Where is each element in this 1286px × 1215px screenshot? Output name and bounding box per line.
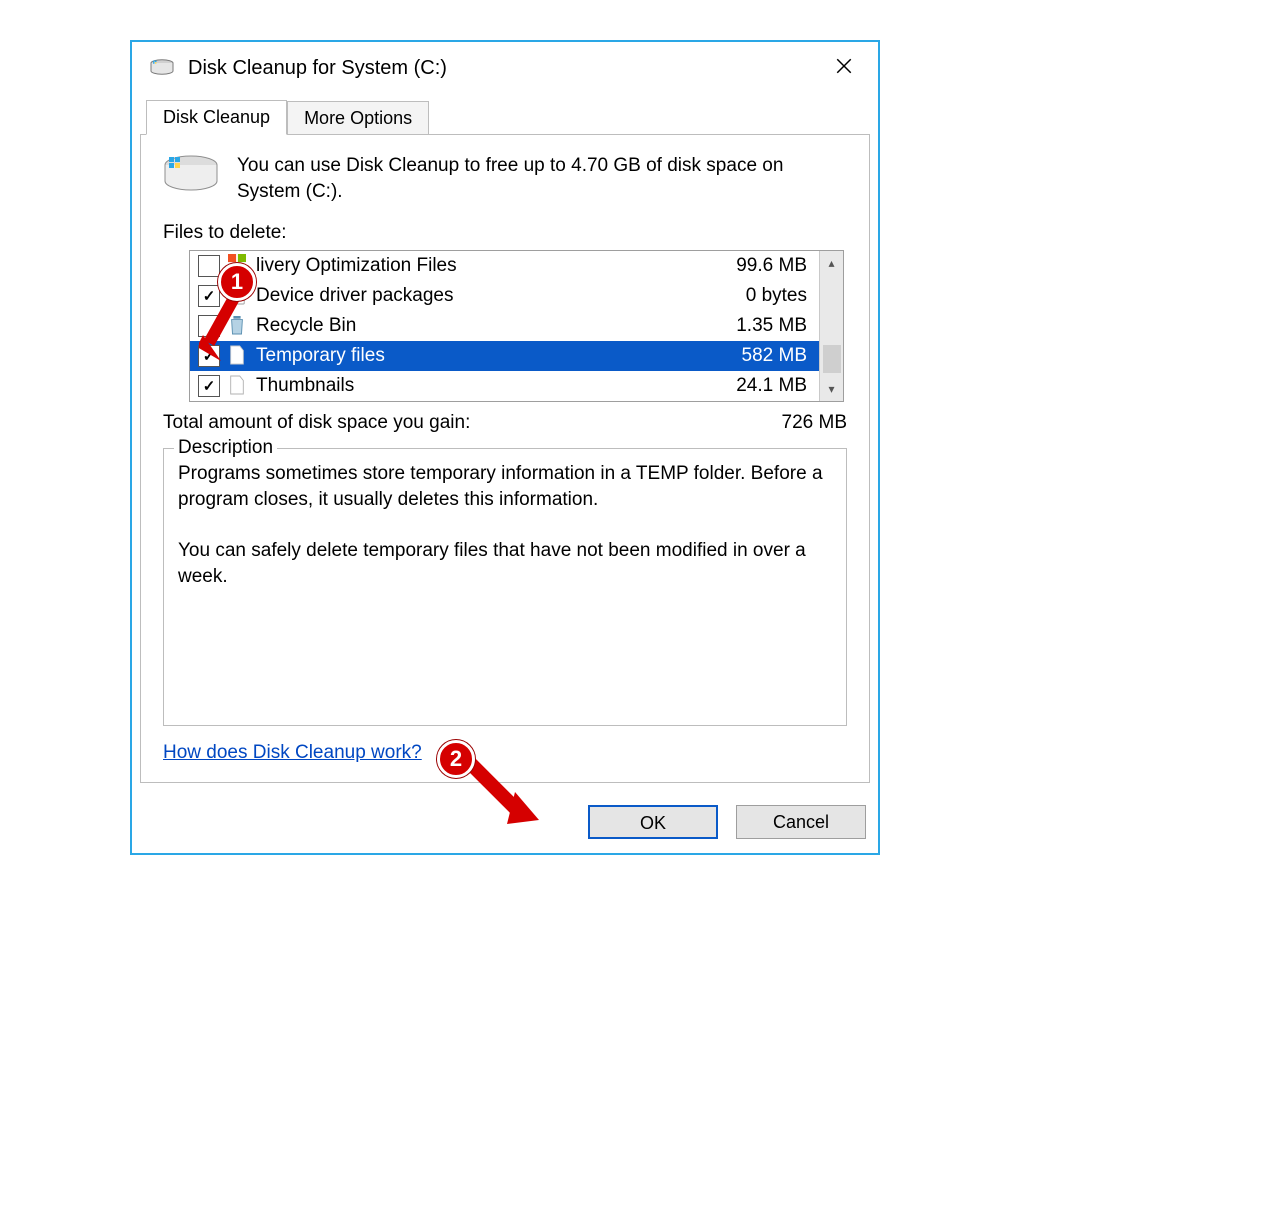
- description-legend: Description: [174, 437, 277, 459]
- files-to-delete-label: Files to delete:: [163, 222, 847, 244]
- file-size: 1.35 MB: [723, 315, 813, 337]
- ok-button[interactable]: OK: [588, 805, 718, 839]
- cleanup-panel: 1 You can use Disk Cleanup to free up to…: [140, 134, 870, 783]
- file-name: Device driver packages: [256, 285, 723, 307]
- disk-cleanup-icon: [150, 59, 174, 77]
- file-list: livery Optimization Files 99.6 MB Device…: [189, 250, 844, 402]
- file-row-selected[interactable]: Temporary files 582 MB: [190, 341, 819, 371]
- tab-disk-cleanup[interactable]: Disk Cleanup: [146, 100, 287, 135]
- file-size: 582 MB: [723, 345, 813, 367]
- help-link[interactable]: How does Disk Cleanup work?: [163, 742, 422, 764]
- file-row[interactable]: Thumbnails 24.1 MB: [190, 371, 819, 401]
- scroll-up-icon[interactable]: ▴: [820, 251, 843, 275]
- file-row[interactable]: Recycle Bin 1.35 MB: [190, 311, 819, 341]
- total-value: 726 MB: [782, 412, 847, 434]
- titlebar: Disk Cleanup for System (C:): [132, 42, 878, 94]
- description-group: Description Programs sometimes store tem…: [163, 448, 847, 726]
- scrollbar[interactable]: ▴ ▾: [819, 251, 843, 401]
- file-row[interactable]: livery Optimization Files 99.6 MB: [190, 251, 819, 281]
- disk-cleanup-dialog: Disk Cleanup for System (C:) Disk Cleanu…: [130, 40, 880, 855]
- annotation-arrow-1: [199, 293, 254, 361]
- file-name: Recycle Bin: [256, 315, 723, 337]
- checkbox[interactable]: [198, 255, 220, 277]
- tabbar: Disk Cleanup More Options: [146, 100, 878, 135]
- scroll-down-icon[interactable]: ▾: [820, 377, 843, 401]
- intro-text: You can use Disk Cleanup to free up to 4…: [237, 153, 847, 204]
- file-size: 24.1 MB: [723, 375, 813, 397]
- cancel-button[interactable]: Cancel: [736, 805, 866, 839]
- description-body: Programs sometimes store temporary infor…: [178, 461, 832, 711]
- window-title: Disk Cleanup for System (C:): [188, 57, 822, 80]
- scroll-thumb[interactable]: [823, 345, 841, 373]
- tab-more-options[interactable]: More Options: [287, 101, 429, 135]
- total-label: Total amount of disk space you gain:: [163, 412, 470, 434]
- drive-icon: [163, 153, 219, 197]
- file-name: Thumbnails: [256, 375, 723, 397]
- file-size: 0 bytes: [723, 285, 813, 307]
- file-size: 99.6 MB: [723, 255, 813, 277]
- annotation-badge-1: 1: [218, 263, 256, 301]
- file-row[interactable]: Device driver packages 0 bytes: [190, 281, 819, 311]
- close-button[interactable]: [822, 52, 866, 84]
- file-name: Temporary files: [256, 345, 723, 367]
- document-icon: [228, 374, 248, 398]
- file-name: livery Optimization Files: [256, 255, 723, 277]
- checkbox[interactable]: [198, 375, 220, 397]
